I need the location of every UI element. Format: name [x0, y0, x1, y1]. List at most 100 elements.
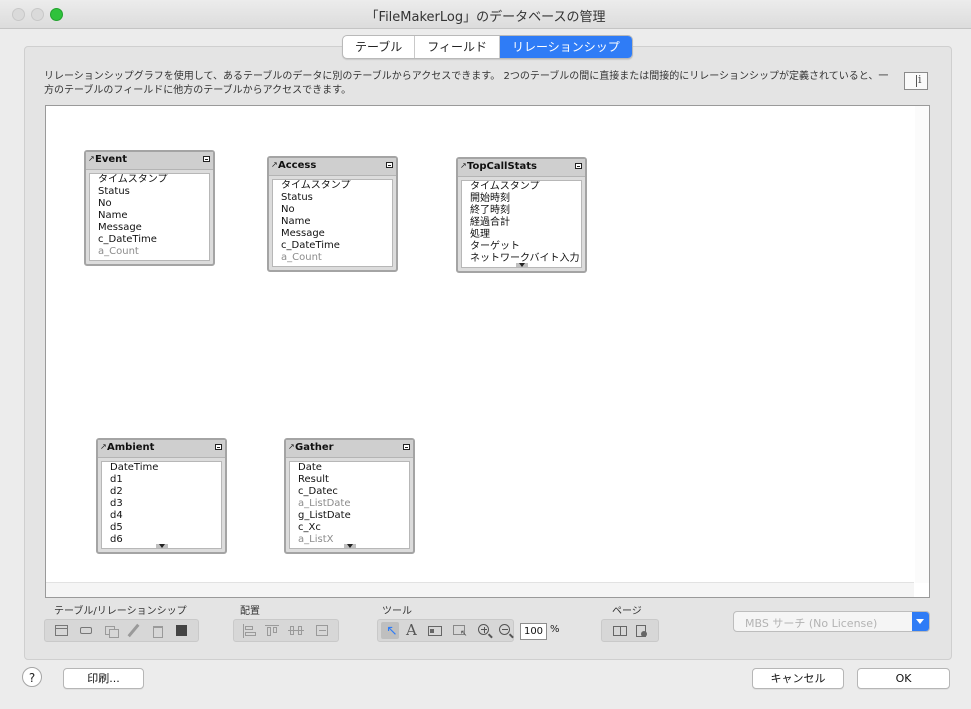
cancel-button[interactable]: キャンセル	[752, 668, 844, 689]
align-top-button[interactable]	[263, 622, 281, 639]
help-button[interactable]: ?	[22, 667, 42, 687]
field-item[interactable]: c_DateTime	[90, 234, 209, 246]
field-list: DateTime d1 d2 d3 d4 d5 d6	[101, 461, 222, 549]
tab-bar: テーブル フィールド リレーションシップ	[342, 35, 633, 59]
field-item[interactable]: タイムスタンプ	[273, 180, 392, 192]
add-table-button[interactable]	[53, 622, 71, 639]
mbs-search-label: MBS サーチ (No License)	[745, 617, 878, 630]
field-item[interactable]: d4	[102, 510, 221, 522]
zoom-level-field[interactable]: 100	[520, 623, 547, 640]
text-tool-button[interactable]: A	[403, 622, 421, 639]
table-occurrence-gather[interactable]: ↗ Gather Date Result c_Datec a_ListDate …	[284, 438, 415, 554]
field-item[interactable]: No	[90, 198, 209, 210]
field-item[interactable]: Name	[273, 216, 392, 228]
horizontal-scrollbar[interactable]	[46, 582, 914, 597]
field-item-calculated[interactable]: a_Count	[90, 246, 209, 258]
field-item[interactable]: Date	[290, 462, 409, 474]
table-occurrence-event[interactable]: ↗ Event タイムスタンプ Status No Name Message c…	[84, 150, 215, 266]
collapse-menu-icon[interactable]	[215, 444, 222, 450]
collapse-menu-icon[interactable]	[575, 163, 582, 169]
note-tool-button[interactable]	[426, 622, 444, 639]
field-item[interactable]: c_Xc	[290, 522, 409, 534]
collapse-menu-icon[interactable]	[203, 156, 210, 162]
field-item[interactable]: 開始時刻	[462, 193, 581, 205]
distribute-horizontal-button[interactable]	[287, 622, 305, 639]
field-item[interactable]: c_Datec	[290, 486, 409, 498]
table-header[interactable]: ↗ Ambient	[98, 440, 225, 458]
toolbar-section-arrange-label: 配置	[240, 606, 260, 617]
field-item[interactable]: 経過合計	[462, 217, 581, 229]
collapse-menu-icon[interactable]	[403, 444, 410, 450]
external-link-icon: ↗	[100, 442, 107, 451]
field-item[interactable]: d3	[102, 498, 221, 510]
zoom-out-button[interactable]	[497, 622, 515, 639]
table-name: Gather	[295, 442, 334, 453]
tab-tables[interactable]: テーブル	[343, 36, 416, 58]
panel-divider-icon	[916, 75, 917, 87]
field-item[interactable]: No	[273, 204, 392, 216]
field-list: Date Result c_Datec a_ListDate g_ListDat…	[289, 461, 410, 549]
more-fields-icon[interactable]	[515, 263, 528, 267]
color-button[interactable]	[173, 622, 191, 639]
more-fields-icon[interactable]	[155, 544, 168, 548]
field-item[interactable]: ターゲット	[462, 241, 581, 253]
field-item[interactable]: Status	[90, 186, 209, 198]
field-item[interactable]: d5	[102, 522, 221, 534]
table-occurrence-access[interactable]: ↗ Access タイムスタンプ Status No Name Message …	[267, 156, 398, 272]
trash-icon	[153, 626, 163, 638]
arrange-toolbar	[233, 619, 339, 642]
field-item-calculated[interactable]: a_ListDate	[290, 498, 409, 510]
toolbar-section-page-label: ページ	[612, 606, 642, 617]
vertical-scrollbar[interactable]	[915, 106, 929, 583]
toggle-info-panel-button[interactable]: i	[904, 72, 928, 90]
zoom-in-button[interactable]	[476, 622, 494, 639]
tab-relationships[interactable]: リレーションシップ	[500, 36, 632, 58]
toolbar-section-tools-label: ツール	[382, 606, 412, 617]
page-setup-button[interactable]	[633, 622, 651, 639]
field-item[interactable]: タイムスタンプ	[462, 181, 581, 193]
tools-toolbar: ↖ A ↖	[377, 619, 514, 642]
mbs-search-field[interactable]: MBS サーチ (No License)	[733, 611, 930, 632]
field-item[interactable]: g_ListDate	[290, 510, 409, 522]
tab-fields[interactable]: フィールド	[415, 36, 501, 58]
field-item[interactable]: Message	[273, 228, 392, 240]
window-title: 「FileMakerLog」のデータベースの管理	[365, 10, 606, 25]
delete-button[interactable]	[149, 622, 167, 639]
relationship-graph[interactable]: ↗ Event タイムスタンプ Status No Name Message c…	[45, 105, 930, 598]
field-item[interactable]: タイムスタンプ	[90, 174, 209, 186]
more-fields-icon[interactable]	[343, 544, 356, 548]
field-item[interactable]: DateTime	[102, 462, 221, 474]
collapse-menu-icon[interactable]	[386, 162, 393, 168]
show-page-breaks-button[interactable]	[611, 622, 629, 639]
table-header[interactable]: ↗ Event	[86, 152, 213, 170]
table-name: TopCallStats	[467, 161, 537, 172]
field-item[interactable]: 処理	[462, 229, 581, 241]
resize-button[interactable]	[313, 622, 331, 639]
field-item[interactable]: 終了時刻	[462, 205, 581, 217]
field-list: タイムスタンプ Status No Name Message c_DateTim…	[272, 179, 393, 267]
field-item[interactable]: Result	[290, 474, 409, 486]
field-item[interactable]: Name	[90, 210, 209, 222]
field-item[interactable]: d1	[102, 474, 221, 486]
selection-tool-button[interactable]: ↖	[381, 622, 399, 639]
ok-button[interactable]: OK	[857, 668, 950, 689]
chevron-down-icon[interactable]	[912, 612, 929, 631]
select-related-button[interactable]: ↖	[451, 622, 469, 639]
print-button[interactable]: 印刷...	[63, 668, 144, 689]
color-swatch-icon	[176, 625, 187, 636]
duplicate-button[interactable]	[103, 622, 121, 639]
align-left-button[interactable]	[240, 622, 258, 639]
table-occurrence-ambient[interactable]: ↗ Ambient DateTime d1 d2 d3 d4 d5 d6	[96, 438, 227, 554]
field-item[interactable]: c_DateTime	[273, 240, 392, 252]
field-item[interactable]: Message	[90, 222, 209, 234]
edit-button[interactable]	[125, 622, 143, 639]
table-relationship-toolbar	[44, 619, 199, 642]
table-header[interactable]: ↗ Gather	[286, 440, 413, 458]
field-item[interactable]: Status	[273, 192, 392, 204]
add-relationship-button[interactable]	[77, 622, 95, 639]
field-item-calculated[interactable]: a_Count	[273, 252, 392, 264]
field-item[interactable]: d2	[102, 486, 221, 498]
table-header[interactable]: ↗ TopCallStats	[458, 159, 585, 177]
table-occurrence-topcallstats[interactable]: ↗ TopCallStats タイムスタンプ 開始時刻 終了時刻 経過合計 処理…	[456, 157, 587, 273]
table-header[interactable]: ↗ Access	[269, 158, 396, 176]
